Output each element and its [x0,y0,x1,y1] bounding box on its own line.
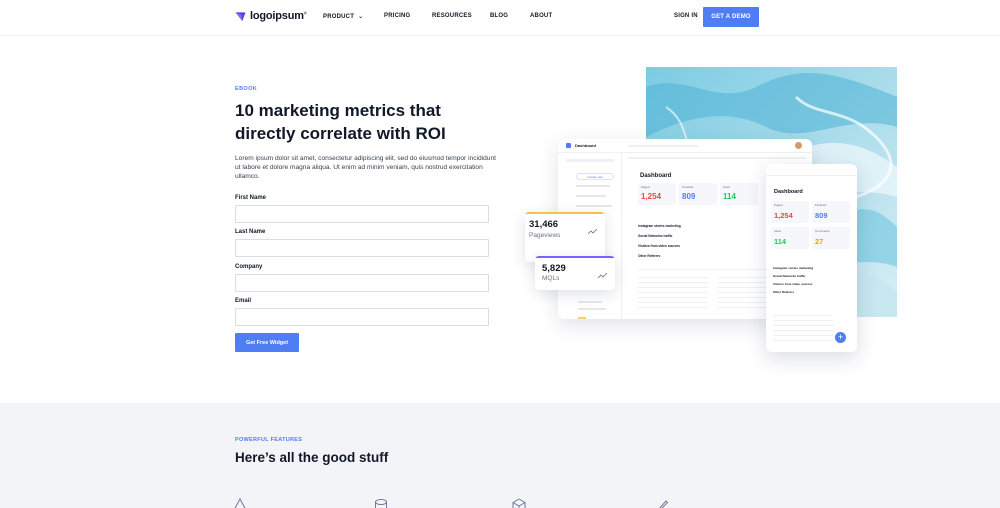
metric-tile-likes: Likes 114 [771,227,809,249]
metric-label: Likes [723,185,731,189]
nav-product[interactable]: PRODUCT ⌄ [323,13,363,20]
metric-value: 27 [815,237,824,246]
sidebar-item [576,185,610,187]
metric-label: Paged [774,203,783,207]
metric-tile-finished: Finished 809 [679,183,717,205]
app-icon [566,143,571,148]
pageviews-label: Pageviews [529,232,561,239]
pageviews-value: 31,466 [529,219,559,230]
sign-in-link[interactable]: SIGN IN [674,13,698,19]
metric-tile-finished: Finished 809 [812,201,850,223]
stat-accent-bar [535,256,615,258]
pen-icon [659,500,669,508]
nav-blog[interactable]: BLOG [490,13,508,19]
secondary-heading: Dashboard [774,189,803,195]
hero-eyebrow: EBOOK [235,86,258,92]
logo[interactable]: logoipsum® [235,10,307,22]
metric-label: Paged [641,185,650,189]
trend-up-icon [588,229,598,235]
features-eyebrow: POWERFUL FEATURES [235,437,303,443]
table-placeholder [773,311,833,343]
chevron-down-icon: ⌄ [358,14,364,20]
features-section [0,403,1000,508]
metric-value: 1,254 [641,192,662,201]
features-title: Here’s all the good stuff [235,450,389,465]
nav-pricing[interactable]: PRICING [384,13,410,19]
sidebar-item [578,308,606,310]
list-item: Visitors from video sources [773,282,813,286]
metric-tile-likes: Likes 114 [720,183,758,205]
list-item: Social Networks traffic [773,274,806,278]
secondary-tabs [766,164,857,176]
get-a-demo-button[interactable]: GET A DEMO [703,7,759,27]
metric-label: Likes [774,229,782,233]
metric-label: Finished [815,203,827,207]
metric-tile-paged: Paged 1,254 [771,201,809,223]
logo-mark-icon [235,11,246,21]
cube-icon [512,498,526,508]
sidebar-item [578,301,602,303]
mqls-value: 5,829 [542,263,566,274]
email-input[interactable] [235,308,489,326]
dashboard-preview-secondary: Dashboard Paged 1,254 Finished 809 Likes… [766,164,857,352]
metric-value: 809 [815,211,828,220]
sidebar-search [566,159,614,162]
metric-value: 114 [774,237,787,246]
hero-title: 10 marketing metrics that directly corre… [235,101,446,143]
plus-icon: + [835,332,846,343]
triangle-icon [234,498,246,508]
dashboard-preview-topbar: Dashboard [558,139,812,153]
company-label: Company [235,264,263,270]
table-placeholder [638,273,708,309]
database-icon [375,499,387,508]
breadcrumb [628,145,698,147]
sidebar-item [576,205,612,207]
metric-tile-paged: Paged 1,254 [638,183,676,205]
metric-label: Finished [682,185,694,189]
pageviews-stat-card: 31,466 Pageviews [525,212,605,262]
sidebar-item [576,195,606,197]
first-name-input[interactable] [235,205,489,223]
metric-label: Comments [815,229,830,233]
logo-text: logoipsum® [250,10,307,22]
mqls-stat-card: 5,829 MQLs [535,256,615,290]
dashboard-tabs [628,157,806,159]
metric-value: 1,254 [774,211,793,220]
metric-tile-comments: Comments 27 [812,227,850,249]
email-label: Email [235,298,252,304]
stat-accent-bar [525,212,605,214]
company-input[interactable] [235,274,489,292]
get-free-widget-button[interactable]: Get Free Widget [235,333,299,352]
first-name-label: First Name [235,195,267,201]
last-name-input[interactable] [235,239,489,257]
metric-value: 809 [682,192,696,201]
trend-up-icon [598,273,608,279]
last-name-label: Last Name [235,229,266,235]
hero-description: Lorem ipsum dolor sit amet, consectetur … [235,155,496,181]
secondary-list: Instagram stories marketing Social Netwo… [773,264,851,296]
mqls-label: MQLs [542,275,560,282]
create-new-button: Create new [576,173,614,180]
top-nav: logoipsum® PRODUCT ⌄ PRICING RESOURCES BL… [0,0,1000,36]
avatar [795,142,802,149]
list-item: Instagram stories marketing [773,266,814,270]
metric-value: 114 [723,192,736,201]
nav-about[interactable]: ABOUT [530,13,552,19]
sidebar-badge [578,317,586,319]
nav-resources[interactable]: RESOURCES [432,13,472,19]
dashboard-preview-title: Dashboard [575,143,596,148]
list-item: Other Referers [773,290,795,294]
dashboard-heading: Dashboard [640,173,672,179]
